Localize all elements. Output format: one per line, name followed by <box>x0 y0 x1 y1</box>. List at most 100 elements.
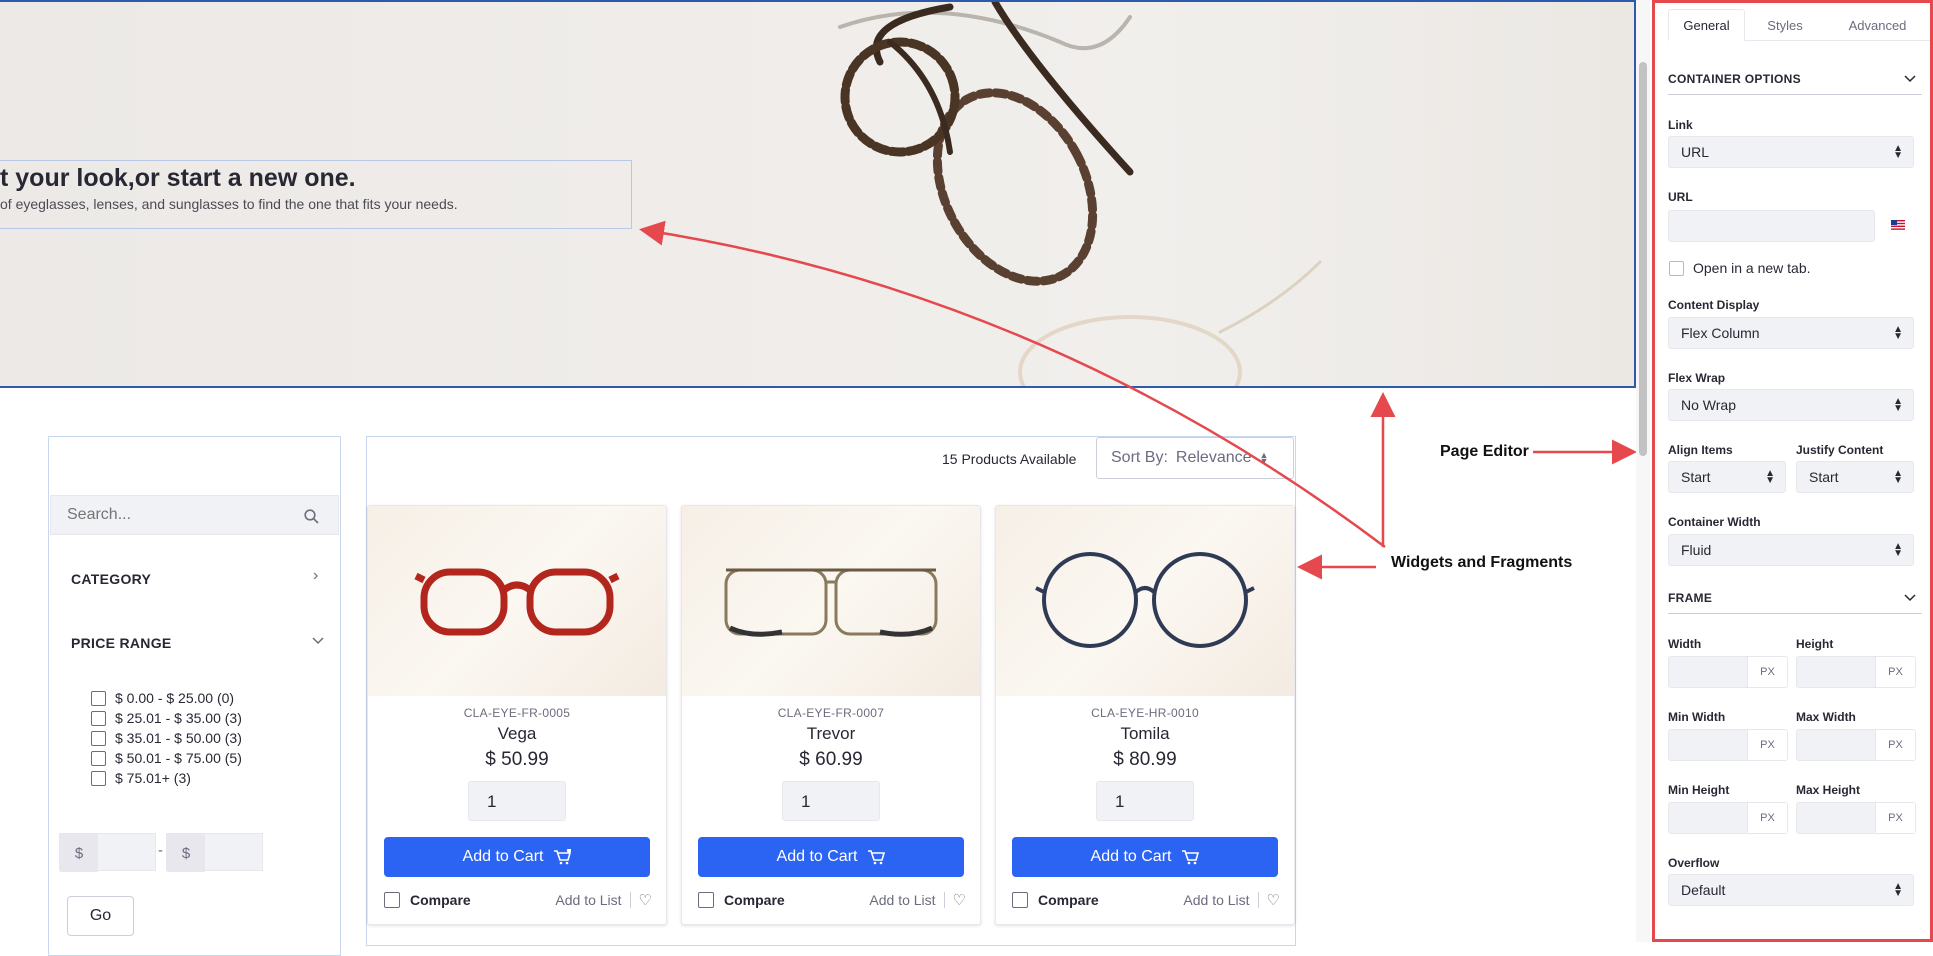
width-unit[interactable]: PX <box>1747 657 1787 687</box>
select-arrows-icon: ▲ ▼ <box>1893 541 1903 559</box>
open-new-tab-checkbox[interactable] <box>1669 260 1684 276</box>
quantity-input[interactable]: 1 <box>1096 781 1194 821</box>
open-new-tab-option[interactable]: Open in a new tab. <box>1669 260 1811 276</box>
range-checkbox[interactable] <box>91 710 106 726</box>
content-display-label: Content Display <box>1668 298 1760 312</box>
add-to-cart-button[interactable]: Add to Cart <box>384 837 650 877</box>
price-range-option[interactable]: $ 75.01+ (3) <box>91 768 242 788</box>
max-height-unit[interactable]: PX <box>1875 803 1915 833</box>
compare-label[interactable]: Compare <box>724 892 785 908</box>
container-width-value: Fluid <box>1681 542 1712 558</box>
product-image[interactable] <box>996 506 1294 696</box>
flex-wrap-label: Flex Wrap <box>1668 371 1726 385</box>
container-width-select[interactable]: Fluid ▲ ▼ <box>1668 534 1914 566</box>
link-select[interactable]: URL ▲ ▼ <box>1668 136 1914 168</box>
overflow-label: Overflow <box>1668 856 1720 870</box>
tab-advanced[interactable]: Advanced <box>1825 9 1930 41</box>
quantity-input[interactable]: 1 <box>468 781 566 821</box>
range-checkbox[interactable] <box>91 750 106 766</box>
height-unit[interactable]: PX <box>1875 657 1915 687</box>
range-checkbox[interactable] <box>91 770 106 786</box>
justify-content-value: Start <box>1809 469 1839 485</box>
cart-icon <box>868 850 886 865</box>
heart-icon[interactable]: ♡ <box>639 891 652 909</box>
max-width-unit[interactable]: PX <box>1875 730 1915 760</box>
max-width-input[interactable]: PX <box>1796 729 1916 761</box>
price-range-filter-label[interactable]: PRICE RANGE <box>71 635 172 651</box>
currency-prefix: $ <box>167 834 205 872</box>
min-width-input[interactable]: PX <box>1668 729 1788 761</box>
overflow-select[interactable]: Default ▲ ▼ <box>1668 874 1914 906</box>
product-card[interactable]: CLA-EYE-FR-0007 Trevor $ 60.99 1 Add to … <box>681 505 981 925</box>
search-icon[interactable] <box>304 509 319 524</box>
add-to-cart-button[interactable]: Add to Cart <box>1012 837 1278 877</box>
max-height-input[interactable]: PX <box>1796 802 1916 834</box>
width-input[interactable]: PX <box>1668 656 1788 688</box>
chevron-right-icon[interactable]: › <box>313 567 318 585</box>
category-filter-label[interactable]: CATEGORY <box>71 571 151 587</box>
price-range-list: $ 0.00 - $ 25.00 (0) $ 25.01 - $ 35.00 (… <box>91 688 242 788</box>
hero-banner[interactable]: t your look,or start a new one. of eyegl… <box>0 0 1636 388</box>
select-arrows-icon: ▲ ▼ <box>1259 450 1269 466</box>
price-range-option[interactable]: $ 50.01 - $ 75.00 (5) <box>91 748 242 768</box>
compare-checkbox[interactable] <box>698 892 714 908</box>
product-image[interactable] <box>682 506 980 696</box>
height-input[interactable]: PX <box>1796 656 1916 688</box>
product-card[interactable]: CLA-EYE-HR-0010 Tomila $ 80.99 1 Add to … <box>995 505 1295 925</box>
overflow-value: Default <box>1681 882 1726 898</box>
product-card[interactable]: CLA-EYE-FR-0005 Vega $ 50.99 1 Add to Ca… <box>367 505 667 925</box>
min-price-field[interactable]: $ <box>59 833 156 872</box>
add-to-cart-button[interactable]: Add to Cart <box>698 837 964 877</box>
price-range-option[interactable]: $ 35.01 - $ 50.00 (3) <box>91 728 242 748</box>
container-options-header[interactable]: CONTAINER OPTIONS <box>1668 63 1922 95</box>
add-to-list-link[interactable]: Add to List <box>1183 892 1259 908</box>
range-checkbox[interactable] <box>91 730 106 746</box>
compare-label[interactable]: Compare <box>410 892 471 908</box>
product-image[interactable] <box>368 506 666 696</box>
product-name[interactable]: Trevor <box>682 724 980 744</box>
sort-select[interactable]: Sort By: Relevance ▲ ▼ <box>1096 437 1294 479</box>
add-to-cart-label: Add to Cart <box>1090 848 1172 865</box>
frame-header[interactable]: FRAME <box>1668 582 1922 614</box>
width-label: Width <box>1668 637 1702 651</box>
min-height-unit[interactable]: PX <box>1747 803 1787 833</box>
flex-wrap-select[interactable]: No Wrap ▲ ▼ <box>1668 389 1914 421</box>
scrollbar-thumb[interactable] <box>1639 62 1647 456</box>
max-price-field[interactable]: $ <box>166 833 263 872</box>
align-items-select[interactable]: Start ▲ ▼ <box>1668 461 1786 493</box>
tab-styles[interactable]: Styles <box>1745 9 1825 41</box>
heart-icon[interactable]: ♡ <box>953 891 966 909</box>
container-width-label: Container Width <box>1668 515 1761 529</box>
product-sku: CLA-EYE-FR-0005 <box>463 706 571 720</box>
add-to-list-link[interactable]: Add to List <box>869 892 945 908</box>
price-range-option[interactable]: $ 25.01 - $ 35.00 (3) <box>91 708 242 728</box>
us-flag-icon[interactable] <box>1891 220 1905 230</box>
go-button[interactable]: Go <box>67 896 134 936</box>
compare-checkbox[interactable] <box>384 892 400 908</box>
compare-label[interactable]: Compare <box>1038 892 1099 908</box>
min-width-unit[interactable]: PX <box>1747 730 1787 760</box>
range-label: $ 0.00 - $ 25.00 (0) <box>115 690 235 706</box>
range-checkbox[interactable] <box>91 690 106 706</box>
add-to-list-link[interactable]: Add to List <box>555 892 631 908</box>
chevron-down-icon[interactable] <box>312 637 324 645</box>
min-height-input[interactable]: PX <box>1668 802 1788 834</box>
product-name[interactable]: Vega <box>368 724 666 744</box>
justify-content-select[interactable]: Start ▲ ▼ <box>1796 461 1914 493</box>
product-price: $ 50.99 <box>485 749 549 770</box>
add-to-cart-label: Add to Cart <box>462 848 544 865</box>
hero-subtitle: of eyeglasses, lenses, and sunglasses to… <box>0 196 458 212</box>
heart-icon[interactable]: ♡ <box>1267 891 1280 909</box>
url-input[interactable] <box>1668 210 1875 242</box>
search-box[interactable] <box>50 495 339 535</box>
product-name[interactable]: Tomila <box>996 724 1294 744</box>
compare-checkbox[interactable] <box>1012 892 1028 908</box>
price-range-option[interactable]: $ 0.00 - $ 25.00 (0) <box>91 688 242 708</box>
content-display-select[interactable]: Flex Column ▲ ▼ <box>1668 317 1914 349</box>
range-label: $ 35.01 - $ 50.00 (3) <box>115 730 242 746</box>
select-arrows-icon: ▲ ▼ <box>1893 143 1903 161</box>
search-input[interactable] <box>65 505 285 525</box>
tab-general[interactable]: General <box>1668 9 1745 41</box>
quantity-input[interactable]: 1 <box>782 781 880 821</box>
max-width-label: Max Width <box>1796 710 1856 724</box>
